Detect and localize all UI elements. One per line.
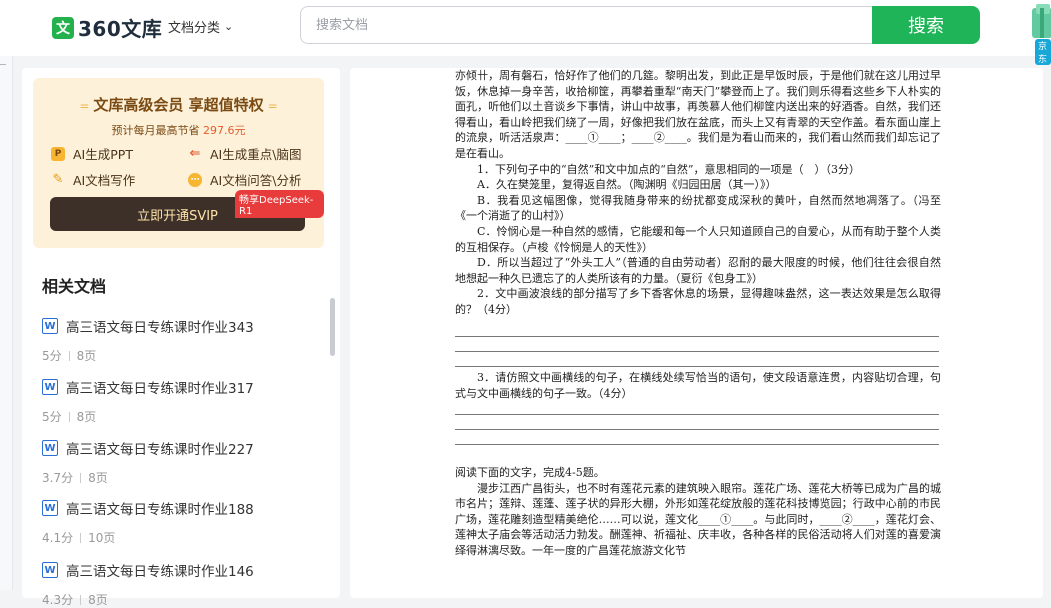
list-item[interactable]: W 高三语文每日专练课时作业317 5分 8页: [42, 377, 322, 425]
feature-ai-writing[interactable]: ✎ AI文档写作: [51, 170, 136, 189]
search-input[interactable]: [301, 7, 875, 43]
vip-saving-amount: 297.6元: [203, 124, 246, 137]
answer-line: [455, 429, 939, 430]
logo-mark-icon: 文: [52, 16, 74, 39]
word-doc-icon: W: [42, 440, 58, 456]
word-doc-icon: W: [42, 318, 58, 334]
left-edge-strip: [0, 56, 13, 590]
word-doc-icon: W: [42, 500, 58, 516]
doc-title[interactable]: 高三语文每日专练课时作业188: [66, 498, 254, 518]
category-menu[interactable]: 文档分类 ⌄: [168, 17, 233, 36]
category-label: 文档分类: [168, 21, 221, 36]
word-doc-icon: W: [42, 379, 58, 395]
gift-label[interactable]: 京东: [1035, 39, 1051, 65]
mindmap-icon: ⇐: [189, 146, 201, 161]
doc-meta: 4.3分 8页: [42, 593, 108, 607]
doc-title[interactable]: 高三语文每日专练课时作业227: [66, 438, 254, 458]
list-item[interactable]: W 高三语文每日专练课时作业343 5分 8页: [42, 316, 322, 364]
related-docs-title: 相关文档: [42, 277, 107, 296]
chevron-down-icon: ⌄: [224, 20, 234, 33]
option-c: C．怜悯心是一种自然的感情，它能缓和每一个人只知道顾自己的自爱心，从而有助于整个…: [455, 224, 941, 254]
feature-ai-ppt[interactable]: P AI生成PPT: [51, 144, 133, 163]
document-body-top: 亦倾卄，周有磐石，恰好作了他们的几筵。黎明出发，到此正是早饭时辰，于是他们就在这…: [455, 68, 941, 318]
document-body-bottom: 阅读下面的文字，完成4-5题。 漫步江西广昌街头，也不时有莲花元素的建筑映入眼帘…: [455, 465, 941, 559]
vip-subtitle: 预计每月最高节省 297.6元: [111, 124, 246, 137]
answer-line: [455, 351, 939, 352]
ppt-icon: P: [51, 146, 65, 161]
qa-icon: ⋯: [188, 172, 202, 187]
vip-title: = 文库高级会员 享超值特权 =: [79, 96, 278, 114]
list-item[interactable]: W 高三语文每日专练课时作业146 4.3分 8页: [42, 560, 322, 608]
answer-line: [455, 366, 939, 367]
doc-title[interactable]: 高三语文每日专练课时作业146: [66, 560, 254, 580]
vip-card: = 文库高级会员 享超值特权 = 预计每月最高节省 297.6元 P AI生成PPT …: [33, 78, 324, 248]
passage-paragraph: 亦倾卄，周有磐石，恰好作了他们的几筵。黎明出发，到此正是早饭时辰，于是他们就在这…: [455, 69, 941, 160]
list-item[interactable]: W 高三语文每日专练课时作业188 4.1分 10页: [42, 498, 322, 546]
doc-meta: 3.7分 8页: [42, 471, 108, 485]
option-a: A．久在樊笼里，复得返自然。（陶渊明《归园田居（其一）》）: [477, 178, 777, 192]
word-doc-icon: W: [42, 562, 58, 578]
doc-meta: 5分 8页: [42, 349, 97, 363]
doc-title[interactable]: 高三语文每日专练课时作业317: [66, 377, 254, 397]
deepseek-badge: 畅享DeepSeek-R1: [235, 190, 324, 218]
reading-intro: 阅读下面的文字，完成4-5题。: [455, 466, 605, 479]
left-edge-mark: [0, 64, 6, 65]
answer-line: [455, 444, 939, 445]
question-3: 3．请仿照文中画横线的句子，在横线处续写恰当的语句，使文段语意连贯，内容贴切合理…: [455, 371, 941, 400]
feature-ai-qa[interactable]: ⋯ AI文档问答\分析: [188, 170, 301, 189]
doc-meta: 5分 8页: [42, 410, 97, 424]
write-icon: ✎: [52, 172, 64, 187]
passage-paragraph-2: 漫步江西广昌街头，也不时有莲花元素的建筑映入眼帘。莲花广场、莲花大桥等已成为广昌…: [455, 481, 941, 557]
answer-line: [455, 336, 939, 337]
question-1: 1．下列句子中的“自然”和文中加点的“自然”，意思相同的一项是（ ）（3分）: [477, 162, 860, 176]
search-box[interactable]: [300, 6, 875, 44]
doc-title[interactable]: 高三语文每日专练课时作业343: [66, 316, 254, 336]
logo[interactable]: 文 360文库: [52, 13, 162, 42]
list-item[interactable]: W 高三语文每日专练课时作业227 3.7分 8页: [42, 438, 322, 486]
search-button[interactable]: 搜索: [872, 6, 980, 44]
feature-ai-mindmap[interactable]: ⇐ AI生成重点\脑图: [188, 144, 302, 163]
logo-text: 360文库: [78, 17, 163, 41]
document-body-middle: 3．请仿照文中画横线的句子，在横线处续写恰当的语句，使文段语意连贯，内容贴切合理…: [455, 370, 941, 401]
sidebar-scrollbar[interactable]: [330, 298, 335, 356]
option-d: D．所以当超过了“外头工人”（普通的自由劳动者）忍耐的最大限度的时候，他们往往会…: [455, 256, 941, 285]
doc-meta: 4.1分 10页: [42, 531, 116, 545]
answer-line: [455, 414, 939, 415]
option-b: B．我看见这幅图像，觉得我随身带来的纷扰都变成深秋的黄叶，自然而然地凋落了。（冯…: [455, 193, 941, 223]
question-2: 2．文中画波浪线的部分描写了乡下香客休息的场景，显得趣味盎然，这一表达效果是怎么…: [455, 287, 941, 316]
